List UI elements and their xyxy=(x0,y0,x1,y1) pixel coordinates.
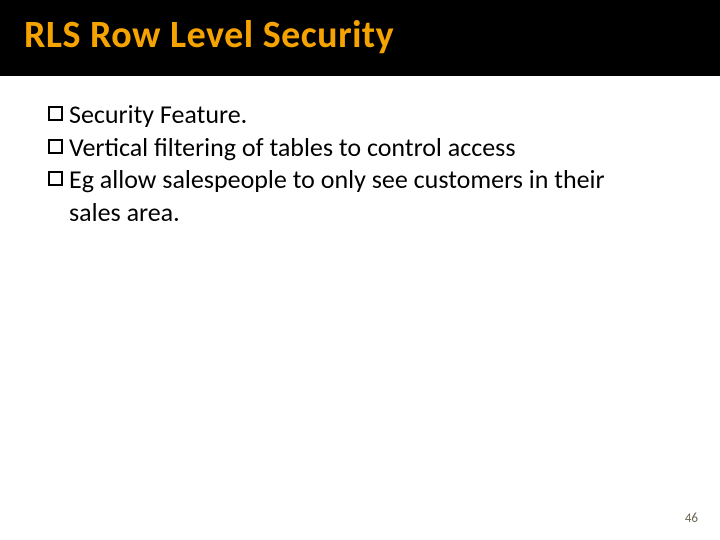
bullet-item: Vertical filtering of tables to control … xyxy=(48,131,660,164)
square-bullet-icon xyxy=(48,171,63,186)
page-number: 46 xyxy=(685,511,698,526)
square-bullet-icon xyxy=(48,106,63,121)
slide-title: RLS Row Level Security xyxy=(24,12,696,58)
bullet-text: Eg allow salespeople to only see custome… xyxy=(69,163,660,228)
bullet-item: Eg allow salespeople to only see custome… xyxy=(48,163,660,228)
bullet-text: Vertical filtering of tables to control … xyxy=(69,131,660,164)
bullet-item: Security Feature. xyxy=(48,98,660,131)
bullet-text: Security Feature. xyxy=(69,98,660,131)
square-bullet-icon xyxy=(48,139,63,154)
title-bar: RLS Row Level Security xyxy=(0,0,720,76)
slide-body: Security Feature. Vertical filtering of … xyxy=(0,76,720,228)
